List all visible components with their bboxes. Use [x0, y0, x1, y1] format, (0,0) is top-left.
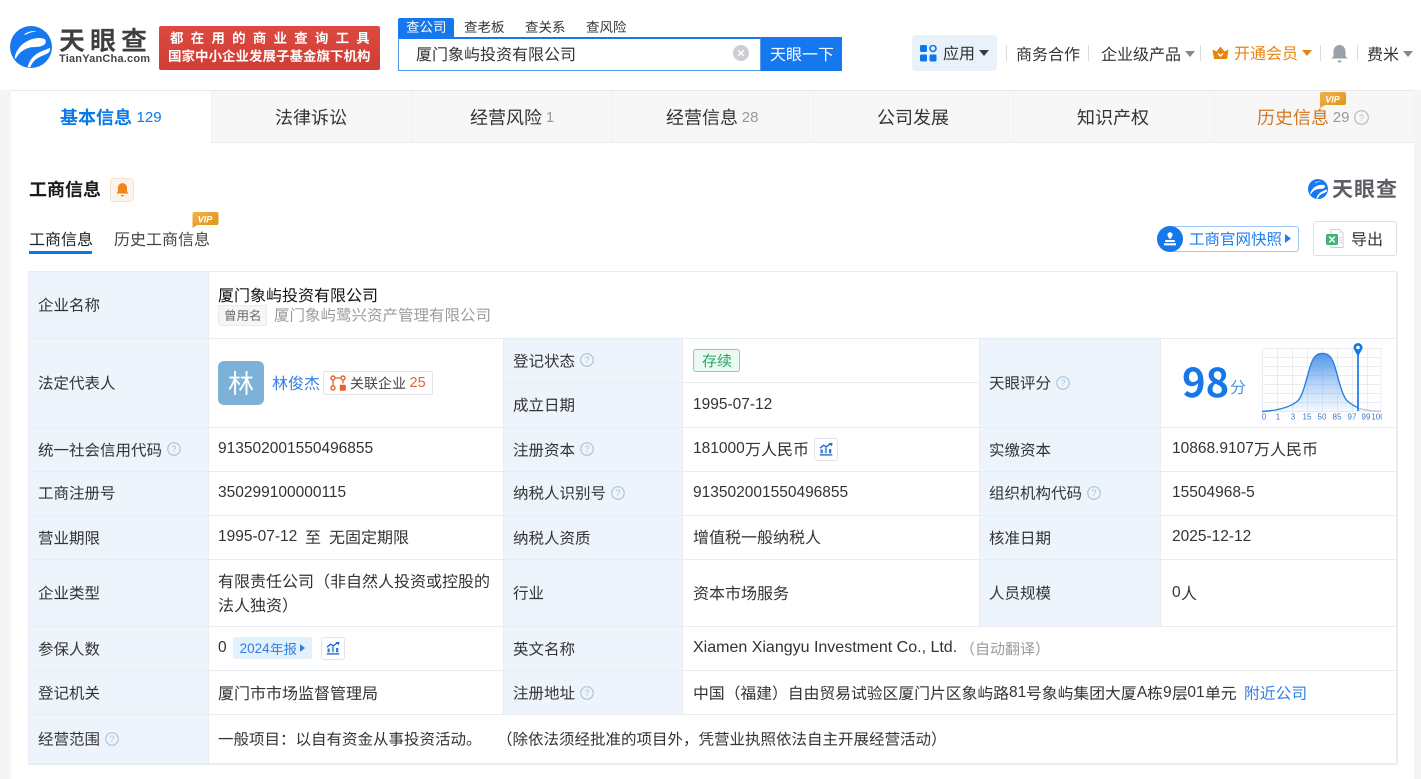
svg-text:VIP: VIP — [198, 215, 214, 225]
svg-text:1: 1 — [1276, 413, 1281, 421]
svg-text:3: 3 — [1291, 413, 1296, 421]
svg-text:?: ? — [1359, 112, 1364, 122]
svg-text:?: ? — [1061, 378, 1066, 388]
svg-text:?: ? — [585, 444, 590, 454]
svg-text:?: ? — [616, 488, 621, 498]
svg-text:97: 97 — [1348, 413, 1357, 421]
svg-text:85: 85 — [1333, 413, 1342, 421]
svg-text:?: ? — [585, 355, 590, 365]
svg-text:0: 0 — [1262, 413, 1267, 421]
svg-text:VIP: VIP — [1325, 95, 1341, 105]
svg-text:?: ? — [110, 734, 115, 744]
svg-text:99: 99 — [1362, 413, 1371, 421]
svg-text:50: 50 — [1318, 413, 1327, 421]
svg-text:100: 100 — [1371, 413, 1382, 421]
svg-text:15: 15 — [1303, 413, 1312, 421]
svg-text:?: ? — [585, 688, 590, 698]
svg-text:?: ? — [172, 444, 177, 454]
svg-text:?: ? — [1092, 488, 1097, 498]
